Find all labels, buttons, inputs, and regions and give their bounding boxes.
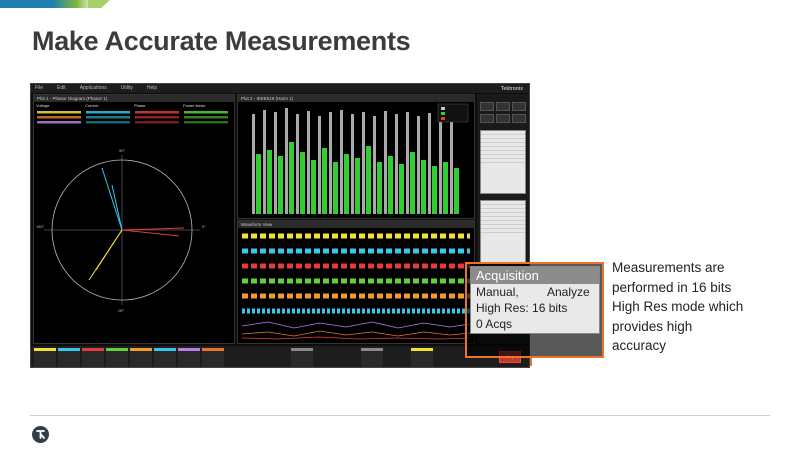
channel-badge-4[interactable] bbox=[106, 348, 128, 367]
acquisition-resolution: High Res: 16 bits bbox=[476, 301, 568, 315]
horizontal-badge[interactable] bbox=[291, 348, 313, 367]
menu-help[interactable]: Help bbox=[147, 84, 157, 93]
phasor-diagram: 90° 180° 0° -90° bbox=[34, 110, 234, 313]
side-button-3[interactable] bbox=[512, 102, 526, 111]
trigger-source-badge[interactable] bbox=[411, 348, 433, 367]
side-button-5[interactable] bbox=[496, 114, 510, 123]
channel-badge-1[interactable] bbox=[34, 348, 56, 367]
waveform-view-title: Waveform View bbox=[238, 221, 474, 228]
menu-utility[interactable]: Utility bbox=[121, 84, 133, 93]
acquisition-title: Acquisition bbox=[471, 267, 599, 284]
menu-edit[interactable]: Edit bbox=[57, 84, 66, 93]
callout-line-2: performed in 16 bits bbox=[612, 279, 732, 295]
phasor-measurement-table: Voltage Current Phase Power factor bbox=[34, 102, 234, 110]
side-button-4[interactable] bbox=[480, 114, 494, 123]
brand-label: Tektronix bbox=[500, 86, 523, 92]
acquisition-highlight-connector bbox=[530, 356, 532, 366]
trigger-badge[interactable] bbox=[361, 348, 383, 367]
oscilloscope-screenshot: File Edit Applications Utility Help Tekt… bbox=[30, 83, 530, 368]
svg-text:90°: 90° bbox=[119, 148, 125, 153]
measurement-badge-1[interactable] bbox=[480, 130, 526, 194]
harmonics-plot-title: Plot 2 - IEEE519 (Harm 1) bbox=[238, 95, 474, 102]
phasor-plot-title: Plot 1 - Phasor Diagram (Phasor 1) bbox=[34, 95, 234, 102]
acquisition-count: 0 Acqs bbox=[476, 317, 513, 331]
header-accent-bar bbox=[0, 0, 96, 8]
menu-file[interactable]: File bbox=[35, 84, 43, 93]
phasor-plot[interactable]: Plot 1 - Phasor Diagram (Phasor 1) Volta… bbox=[33, 94, 235, 344]
side-button-6[interactable] bbox=[512, 114, 526, 123]
waveform-view[interactable]: Waveform View bbox=[237, 220, 475, 344]
channel-badge-3[interactable] bbox=[82, 348, 104, 367]
tektronix-logo-icon bbox=[32, 426, 49, 443]
callout-line-1: Measurements are bbox=[612, 260, 725, 275]
waveform-traces bbox=[241, 233, 471, 340]
harmonics-bars bbox=[252, 103, 469, 214]
footer-divider bbox=[30, 415, 770, 416]
channel-badge-5[interactable] bbox=[130, 348, 152, 367]
side-button-2[interactable] bbox=[496, 102, 510, 111]
svg-text:-90°: -90° bbox=[117, 308, 125, 313]
table-header-phase: Phase bbox=[134, 103, 146, 108]
channel-badge-7[interactable] bbox=[178, 348, 200, 367]
channel-badge-6[interactable] bbox=[154, 348, 176, 367]
callout-line-5: accuracy bbox=[612, 338, 667, 353]
acquisition-action: Analyze bbox=[547, 285, 590, 299]
harmonics-plot[interactable]: Plot 2 - IEEE519 (Harm 1) bbox=[237, 94, 475, 219]
table-header-power-factor: Power factor bbox=[183, 103, 206, 108]
callout-text: Measurements are performed in 16 bits Hi… bbox=[612, 258, 782, 356]
scope-bottom-bar: Stop bbox=[31, 346, 529, 367]
callout-line-4: provides high bbox=[612, 318, 693, 334]
callout-line-3: High Res mode which bbox=[612, 299, 744, 314]
menu-applications[interactable]: Applications bbox=[80, 84, 107, 93]
slide-title: Make Accurate Measurements bbox=[32, 26, 411, 56]
acquisition-mode-row: Manual, Analyze bbox=[471, 284, 599, 300]
channel-badge-2[interactable] bbox=[58, 348, 80, 367]
acquisition-badge[interactable]: Acquisition Manual, Analyze High Res: 16… bbox=[470, 266, 600, 334]
header-accent-bar-green bbox=[88, 0, 110, 8]
svg-text:0°: 0° bbox=[202, 224, 206, 229]
scope-menubar: File Edit Applications Utility Help Tekt… bbox=[31, 84, 529, 93]
measurement-badge-2[interactable] bbox=[480, 200, 526, 264]
side-button-1[interactable] bbox=[480, 102, 494, 111]
acquisition-mode: Manual, bbox=[476, 285, 519, 299]
svg-text:180°: 180° bbox=[36, 224, 45, 229]
channel-badge-8[interactable] bbox=[202, 348, 224, 367]
table-header-current: Current bbox=[85, 103, 99, 108]
table-header-voltage: Voltage bbox=[36, 103, 50, 108]
